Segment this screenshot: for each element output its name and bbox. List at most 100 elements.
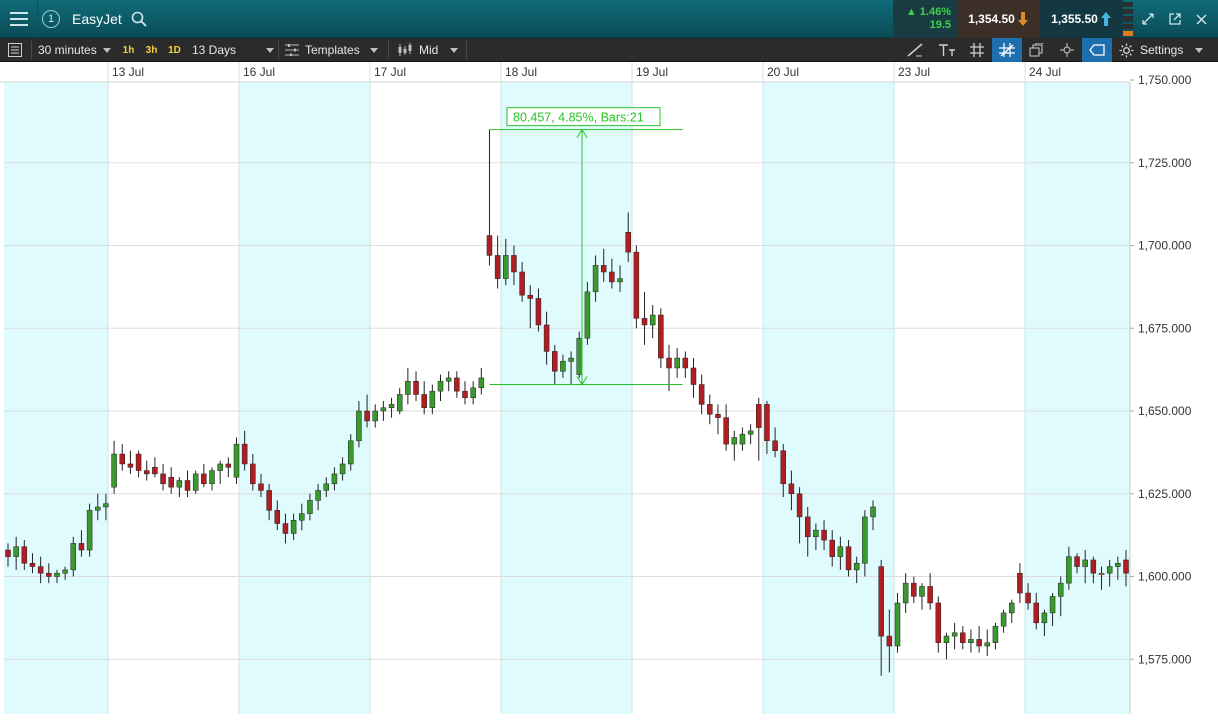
candle-body [698, 384, 705, 405]
candle [184, 470, 191, 498]
interval-dropdown[interactable]: 30 minutes [38, 38, 111, 62]
grid-icon[interactable] [962, 38, 992, 62]
candle [739, 427, 746, 451]
candle-body [845, 546, 852, 571]
settings-dropdown[interactable]: Settings [1119, 38, 1204, 62]
candle-body [266, 490, 272, 511]
session-shade [4, 82, 108, 714]
candle-body [1066, 556, 1072, 584]
candle [682, 351, 689, 378]
y-tick-label: 1,675.000 [1138, 321, 1192, 335]
chart-list-icon[interactable] [8, 38, 28, 62]
y-tick-label: 1,700.000 [1138, 239, 1192, 253]
candle [152, 457, 158, 478]
candle-body [258, 483, 264, 491]
sell-price-button[interactable]: 1,354.50 [957, 0, 1039, 38]
candle [454, 371, 460, 398]
candle-body [21, 546, 28, 564]
candle-body [103, 503, 109, 508]
templates-label: Templates [305, 43, 360, 57]
candle-body [1033, 602, 1039, 624]
up-triangle-icon: ▲ [905, 6, 917, 18]
candle-body [796, 493, 803, 518]
candle-body [282, 523, 289, 534]
candle-body [119, 453, 125, 465]
session-shade [763, 82, 894, 714]
candle [372, 404, 378, 428]
candle-body [772, 440, 778, 451]
candle-body [984, 642, 991, 647]
candle [911, 576, 917, 603]
x-tick-label: 24 Jul [1029, 65, 1061, 79]
search-icon[interactable] [131, 11, 147, 27]
candle-body [396, 394, 403, 412]
crosshair-icon[interactable] [1052, 38, 1082, 62]
candle [698, 374, 705, 415]
period-1d-button[interactable]: 1D [165, 42, 184, 58]
candle-body [625, 232, 631, 253]
candle [984, 629, 991, 656]
hamburger-menu-icon[interactable] [0, 0, 38, 38]
candle-body [176, 480, 183, 488]
candle-body [649, 314, 656, 326]
candle-body [331, 473, 338, 485]
candle-body [600, 265, 607, 273]
candle-body [878, 566, 884, 637]
candle [421, 381, 427, 415]
sell-price: 1,354.50 [968, 12, 1015, 26]
period-1h-button[interactable]: 1h [119, 42, 138, 58]
candle-body [715, 414, 721, 418]
session-shade [501, 82, 632, 714]
candle-body [813, 529, 819, 538]
draw-line-icon[interactable] [900, 38, 930, 62]
candle [201, 463, 207, 488]
buy-price-button[interactable]: 1,355.50 [1039, 0, 1123, 38]
candle-body [560, 361, 566, 372]
x-tick-label: 16 Jul [243, 65, 275, 79]
candle-body [674, 357, 680, 369]
candle-body [951, 632, 958, 637]
candle [731, 430, 738, 461]
candle-body [225, 463, 232, 468]
candle-body [209, 470, 215, 485]
gear-icon [1119, 42, 1134, 58]
candle [486, 129, 493, 266]
period-3h-button[interactable]: 3h [142, 42, 161, 58]
candle-body [37, 566, 44, 574]
y-tick-label: 1,750.000 [1138, 73, 1192, 87]
resize-icon[interactable] [1134, 0, 1161, 38]
candle [470, 381, 476, 405]
instrument-name[interactable]: EasyJet [72, 0, 122, 38]
range-label: 13 Days [192, 43, 237, 57]
text-tool-icon[interactable] [932, 38, 962, 62]
candle-body [552, 351, 558, 372]
crosshair-grid-icon[interactable] [992, 38, 1022, 62]
price-chart[interactable]: 1,750.000 1,725.000 1,700.000 1,675.000 1,65… [0, 62, 1218, 722]
candle-body [1123, 559, 1129, 574]
candle [1009, 599, 1015, 623]
price-type-dropdown[interactable]: Mid [397, 38, 459, 62]
close-icon[interactable] [1188, 0, 1215, 38]
candle-body [315, 490, 321, 501]
candle [992, 622, 999, 650]
candle-body [862, 516, 868, 564]
layers-icon[interactable] [1022, 38, 1052, 62]
candle [478, 367, 485, 395]
candle [233, 437, 240, 484]
candle [943, 632, 950, 660]
range-dropdown[interactable]: 13 Days [192, 38, 274, 62]
info-badge-icon[interactable]: 1 [38, 0, 64, 38]
popout-icon[interactable] [1161, 0, 1188, 38]
change-points: 19.5 [929, 19, 951, 31]
candle-body [347, 440, 354, 465]
candle [413, 371, 419, 402]
buy-price: 1,355.50 [1051, 12, 1098, 26]
down-arrow-icon [1017, 12, 1028, 26]
tag-icon[interactable] [1082, 38, 1112, 62]
candle [960, 626, 966, 650]
volume-indicator [1123, 2, 1133, 37]
candle [445, 371, 452, 392]
templates-dropdown[interactable]: Templates [285, 38, 378, 62]
candle-body [429, 390, 436, 408]
candle [225, 457, 232, 478]
